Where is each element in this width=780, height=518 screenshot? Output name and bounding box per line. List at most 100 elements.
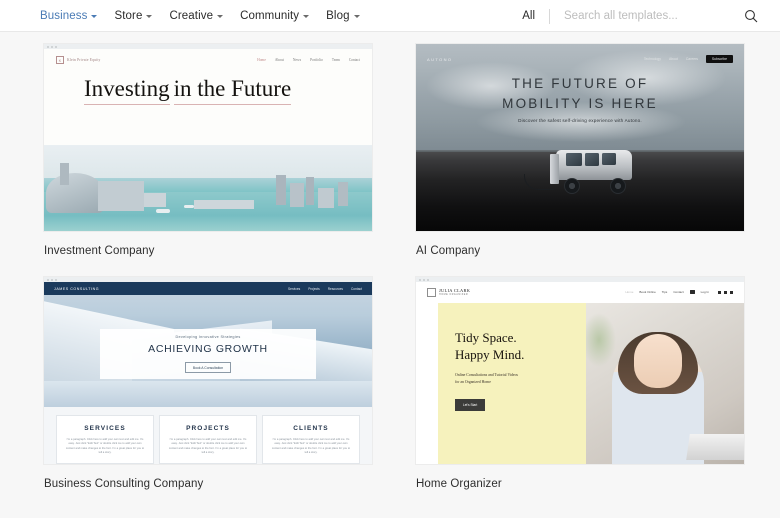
laptop-prop xyxy=(686,434,744,460)
hero-heading-line-2: Happy Mind. xyxy=(455,347,525,363)
site-menu-item: Technology xyxy=(643,57,661,61)
hero-heading-line-1: THE FUTURE OF xyxy=(511,76,649,91)
site-menu-item: Team xyxy=(331,58,340,62)
filter-all-button[interactable]: All xyxy=(522,10,549,22)
top-navigation-bar: Business Store Creative Community Blog A… xyxy=(0,0,780,32)
facebook-icon xyxy=(718,290,721,294)
hero-kicker: Developing Innovative Strategies xyxy=(175,334,241,339)
site-feature-columns: SERVICES I'm a paragraph. Click here to … xyxy=(44,415,372,464)
feature-column-body: I'm a paragraph. Click here to add your … xyxy=(168,438,248,455)
site-menu-item: Careers xyxy=(685,57,698,61)
plant-decor xyxy=(586,313,616,367)
twitter-icon xyxy=(724,290,727,294)
site-menu-item: Tips xyxy=(661,290,668,294)
template-thumbnail[interactable]: AUTONO Technology About Careers Subscrib… xyxy=(416,44,744,231)
electric-car-illustration xyxy=(524,140,640,194)
site-menu-item: About xyxy=(668,57,678,61)
site-menu: Home Book Online Tips Contact Log In xyxy=(625,289,733,295)
feature-column-body: I'm a paragraph. Click here to add your … xyxy=(271,438,351,455)
shopping-cart-icon xyxy=(689,289,695,295)
template-card-title: Investment Company xyxy=(44,245,155,257)
chevron-down-icon xyxy=(91,15,98,18)
nav-item-store-label: Store xyxy=(114,9,143,22)
site-brand-name: AUTONO xyxy=(427,56,453,62)
template-card-ai-company[interactable]: AUTONO Technology About Careers Subscrib… xyxy=(416,44,744,277)
feature-column-heading: CLIENTS xyxy=(293,425,329,432)
hero-heading: ACHIEVING GROWTH xyxy=(148,342,268,355)
nav-item-store[interactable]: Store xyxy=(114,9,153,22)
nav-item-creative[interactable]: Creative xyxy=(169,9,224,22)
nav-item-community[interactable]: Community xyxy=(240,9,310,22)
site-nav: JAMES CONSULTING Services Projects Resou… xyxy=(44,282,372,295)
site-menu-item: Projects xyxy=(308,286,320,291)
template-thumbnail[interactable]: K Klein Private Equity Home About News P… xyxy=(44,44,372,231)
template-card-title: Home Organizer xyxy=(416,478,502,490)
browser-dots xyxy=(44,44,372,49)
site-hero-heading: Investing in the Future xyxy=(84,72,292,106)
hero-subtitle: Discover the safest self-driving experie… xyxy=(518,118,642,124)
site-menu-item: Contact xyxy=(673,290,684,294)
site-brand-name: JAMES CONSULTING xyxy=(54,286,100,291)
site-brand-name: Klein Private Equity xyxy=(67,58,101,62)
hero-heading-line-1: Tidy Space. xyxy=(455,330,517,345)
site-nav: AUTONO Technology About Careers Subscrib… xyxy=(416,52,744,66)
browser-dots xyxy=(416,277,744,282)
search-icon[interactable] xyxy=(744,9,758,23)
site-menu: Services Projects Resources Contact xyxy=(288,287,362,291)
logo-mark-icon: K xyxy=(56,56,64,64)
site-menu: Technology About Careers Subscribe xyxy=(643,54,733,64)
site-menu-item: Home xyxy=(625,290,634,294)
feature-column-body: I'm a paragraph. Click here to add your … xyxy=(65,438,145,455)
feature-column-heading: SERVICES xyxy=(84,425,126,432)
site-hero-heading: THE FUTURE OF MOBILITY IS HERE Discover … xyxy=(416,74,744,123)
template-thumbnail[interactable]: JULIA CLARK HOME ORGANIZER Home Book Onl… xyxy=(416,277,744,464)
site-nav: JULIA CLARK HOME ORGANIZER Home Book Onl… xyxy=(416,284,744,300)
chevron-down-icon xyxy=(303,15,310,18)
site-login-link: Log In xyxy=(700,290,709,294)
template-grid: K Klein Private Equity Home About News P… xyxy=(0,32,780,510)
linkedin-icon xyxy=(730,290,733,294)
site-menu-item: Services xyxy=(288,286,301,291)
site-cta-button: Let's Start xyxy=(455,399,486,412)
nav-item-creative-label: Creative xyxy=(169,9,214,22)
feature-column: SERVICES I'm a paragraph. Click here to … xyxy=(56,415,154,464)
site-menu-item: News xyxy=(292,58,302,62)
site-brand-tagline: HOME ORGANIZER xyxy=(439,293,469,296)
template-card-title: AI Company xyxy=(416,245,481,257)
feature-column-heading: PROJECTS xyxy=(186,425,230,432)
search-area: All xyxy=(522,0,758,32)
site-menu-item: About xyxy=(274,58,284,62)
site-menu-item: Resources xyxy=(327,286,343,291)
divider xyxy=(549,8,550,24)
search-input[interactable] xyxy=(564,10,724,22)
nav-item-business-label: Business xyxy=(40,9,88,22)
site-subscribe-button: Subscribe xyxy=(705,54,733,64)
site-hero-overlay: Developing Innovative Strategies ACHIEVI… xyxy=(100,329,316,379)
nav-item-blog[interactable]: Blog xyxy=(326,9,360,22)
site-menu: Home About News Portfolio Team Contact xyxy=(257,58,360,62)
category-menu: Business Store Creative Community Blog xyxy=(40,10,360,22)
site-menu-item: Home xyxy=(257,58,266,62)
site-menu-item: Contact xyxy=(348,58,360,62)
social-icons xyxy=(718,290,733,294)
template-card-investment-company[interactable]: K Klein Private Equity Home About News P… xyxy=(44,44,372,277)
chevron-down-icon xyxy=(146,15,153,18)
nav-item-blog-label: Blog xyxy=(326,9,350,22)
template-card-home-organizer[interactable]: JULIA CLARK HOME ORGANIZER Home Book Onl… xyxy=(416,277,744,510)
nav-item-community-label: Community xyxy=(240,9,300,22)
cityscape-photo xyxy=(44,145,372,231)
chevron-down-icon xyxy=(217,15,224,18)
template-thumbnail[interactable]: JAMES CONSULTING Services Projects Resou… xyxy=(44,277,372,464)
site-nav: K Klein Private Equity Home About News P… xyxy=(44,52,372,68)
logo-mark-icon xyxy=(427,287,436,297)
template-card-title: Business Consulting Company xyxy=(44,478,204,490)
hero-heading-line-2: MOBILITY IS HERE xyxy=(502,95,658,111)
feature-column: CLIENTS I'm a paragraph. Click here to a… xyxy=(262,415,360,464)
site-logo: K Klein Private Equity xyxy=(56,56,101,64)
site-menu-item: Contact xyxy=(351,286,362,291)
template-card-business-consulting-company[interactable]: JAMES CONSULTING Services Projects Resou… xyxy=(44,277,372,510)
nav-item-business[interactable]: Business xyxy=(40,9,98,22)
site-menu-item: Portfolio xyxy=(310,58,323,62)
site-logo: JULIA CLARK HOME ORGANIZER xyxy=(427,287,470,297)
site-menu-item: Book Online xyxy=(639,290,656,294)
